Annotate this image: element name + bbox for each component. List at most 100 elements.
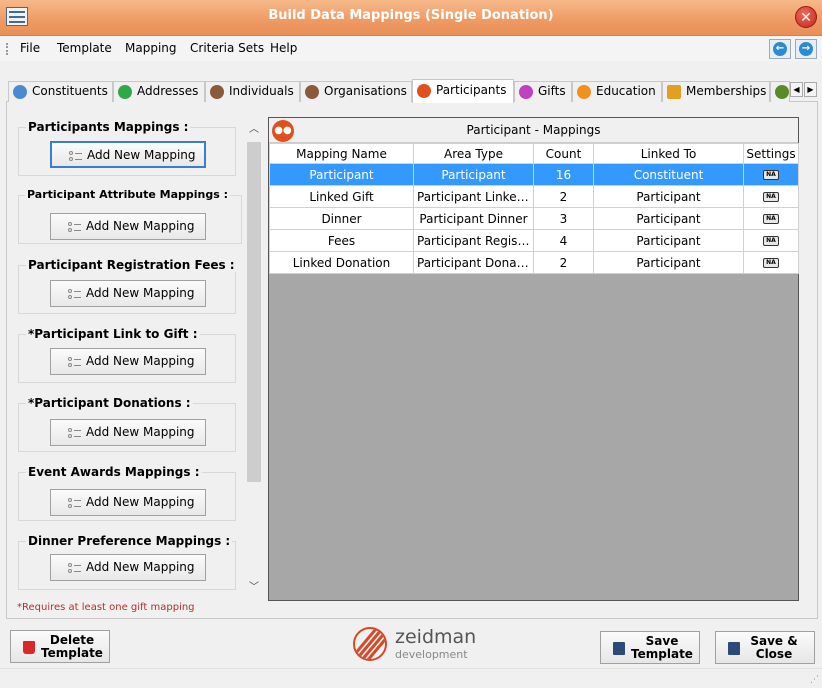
cell-settings[interactable]: NA: [743, 229, 799, 252]
cell-count[interactable]: 4: [533, 229, 594, 252]
cell-settings[interactable]: NA: [743, 163, 799, 186]
add-new-mapping-button[interactable]: Add New Mapping: [50, 213, 206, 240]
resize-grip-icon[interactable]: ⋰: [810, 675, 819, 685]
save-icon: [728, 642, 740, 655]
settings-na-icon[interactable]: NA: [763, 214, 779, 224]
add-new-mapping-button[interactable]: Add New Mapping: [50, 419, 206, 446]
group-title: *Participant Link to Gift :: [26, 327, 200, 341]
mapping-icon: [68, 563, 82, 574]
forward-button[interactable]: →: [795, 39, 817, 59]
menu-help[interactable]: Help: [270, 41, 297, 55]
chevron-down-icon[interactable]: ﹀: [247, 578, 261, 593]
column-header-mapping-name[interactable]: Mapping Name: [269, 143, 414, 164]
group-title: Participant Attribute Mappings :: [25, 188, 230, 201]
group-title: Participants Mappings :: [26, 120, 191, 134]
tab-strip: Constituents Addresses Individuals Organ…: [0, 79, 822, 103]
tab-constituents[interactable]: Constituents: [8, 81, 113, 102]
tab-participants[interactable]: Participants: [412, 79, 514, 103]
column-header-linked-to[interactable]: Linked To: [593, 143, 744, 164]
tab-addresses[interactable]: Addresses: [113, 81, 205, 102]
column-header-settings[interactable]: Settings: [743, 143, 799, 164]
cell-mapping-name[interactable]: Linked Gift: [269, 185, 414, 208]
button-label: Delete Template: [41, 633, 103, 660]
menu-template[interactable]: Template: [57, 41, 112, 55]
cell-linked-to[interactable]: Constituent: [593, 163, 744, 186]
tab-scroll-right[interactable]: ▶: [804, 82, 817, 97]
save-and-close-button[interactable]: Save & Close: [715, 631, 815, 664]
button-label: Save & Close: [750, 634, 798, 661]
group-title: Event Awards Mappings :: [26, 465, 202, 479]
chevron-up-icon[interactable]: ︿: [247, 120, 261, 135]
tab-individuals[interactable]: Individuals: [205, 81, 300, 102]
cell-count[interactable]: 2: [533, 251, 594, 274]
cell-settings[interactable]: NA: [743, 185, 799, 208]
scrollbar-thumb[interactable]: [247, 142, 261, 482]
zeidman-logo: zeidman development: [353, 626, 477, 663]
cell-mapping-name[interactable]: Fees: [269, 229, 414, 252]
cell-area-type[interactable]: Participant Linked Gift: [413, 185, 534, 208]
cell-settings[interactable]: NA: [743, 207, 799, 230]
mapping-icon: [68, 498, 82, 509]
tab-organisations[interactable]: Organisations: [300, 81, 412, 102]
menu-file[interactable]: File: [20, 41, 40, 55]
add-new-mapping-button[interactable]: Add New Mapping: [50, 141, 206, 168]
tab-label: Addresses: [137, 84, 199, 98]
cell-count[interactable]: 16: [533, 163, 594, 186]
settings-na-icon[interactable]: NA: [763, 192, 779, 202]
cell-settings[interactable]: NA: [743, 251, 799, 274]
close-icon[interactable]: ✕: [795, 6, 817, 28]
menu-grip[interactable]: [6, 43, 8, 55]
add-new-mapping-button[interactable]: Add New Mapping: [50, 554, 206, 581]
menu-mapping[interactable]: Mapping: [125, 41, 177, 55]
tab-label: Memberships: [686, 84, 767, 98]
tab-scroll-left[interactable]: ◀: [790, 82, 803, 97]
menu-criteria-sets[interactable]: Criteria Sets: [190, 41, 264, 55]
cell-area-type[interactable]: Participant Registration Fees: [413, 229, 534, 252]
cell-mapping-name[interactable]: Participant: [269, 163, 414, 186]
tab-label: Education: [596, 84, 656, 98]
cell-count[interactable]: 2: [533, 185, 594, 208]
group-dinner-preference-mappings: Dinner Preference Mappings : Add New Map…: [18, 534, 236, 590]
constituents-icon: [13, 85, 27, 99]
add-new-mapping-button[interactable]: Add New Mapping: [50, 348, 206, 375]
organisation-icon: [305, 85, 319, 99]
tab-memberships[interactable]: Memberships: [662, 81, 770, 102]
table-row[interactable]: Participant Participant 16 Constituent N…: [269, 163, 799, 186]
button-label: Add New Mapping: [87, 148, 196, 162]
grid-title: Participant - Mappings: [466, 123, 601, 137]
cell-area-type[interactable]: Participant: [413, 163, 534, 186]
cell-linked-to[interactable]: Participant: [593, 207, 744, 230]
tab-label: Organisations: [324, 84, 407, 98]
save-template-button[interactable]: Save Template: [600, 631, 700, 664]
cell-linked-to[interactable]: Participant: [593, 229, 744, 252]
tab-education[interactable]: Education: [572, 81, 662, 102]
left-panel-scrollbar[interactable]: ︿ ﹀: [247, 120, 261, 596]
settings-na-icon[interactable]: NA: [763, 170, 779, 180]
cell-mapping-name[interactable]: Linked Donation: [269, 251, 414, 274]
table-row[interactable]: Linked Donation Participant Donation 2 P…: [269, 251, 799, 274]
tab-gifts[interactable]: Gifts: [514, 81, 572, 102]
column-header-area-type[interactable]: Area Type: [413, 143, 534, 164]
add-new-mapping-button[interactable]: Add New Mapping: [50, 489, 206, 516]
cell-linked-to[interactable]: Participant: [593, 185, 744, 208]
table-row[interactable]: Linked Gift Participant Linked Gift 2 Pa…: [269, 185, 799, 208]
table-row[interactable]: Dinner Participant Dinner 3 Participant …: [269, 207, 799, 230]
button-label: Add New Mapping: [86, 495, 195, 509]
settings-na-icon[interactable]: NA: [763, 258, 779, 268]
tab-overflow[interactable]: [770, 81, 790, 102]
back-button[interactable]: ←: [769, 39, 791, 59]
cell-count[interactable]: 3: [533, 207, 594, 230]
add-new-mapping-button[interactable]: Add New Mapping: [50, 280, 206, 307]
cell-area-type[interactable]: Participant Donation: [413, 251, 534, 274]
cell-area-type[interactable]: Participant Dinner: [413, 207, 534, 230]
group-participant-attribute-mappings: Participant Attribute Mappings : Add New…: [18, 188, 242, 244]
column-header-count[interactable]: Count: [533, 143, 594, 164]
table-row[interactable]: Fees Participant Registration Fees 4 Par…: [269, 229, 799, 252]
delete-template-button[interactable]: Delete Template: [10, 630, 110, 663]
cell-linked-to[interactable]: Participant: [593, 251, 744, 274]
logo-name: zeidman: [395, 626, 477, 648]
cell-mapping-name[interactable]: Dinner: [269, 207, 414, 230]
settings-na-icon[interactable]: NA: [763, 236, 779, 246]
group-participant-donations: *Participant Donations : Add New Mapping: [18, 396, 236, 452]
button-label: Save Template: [631, 634, 693, 661]
